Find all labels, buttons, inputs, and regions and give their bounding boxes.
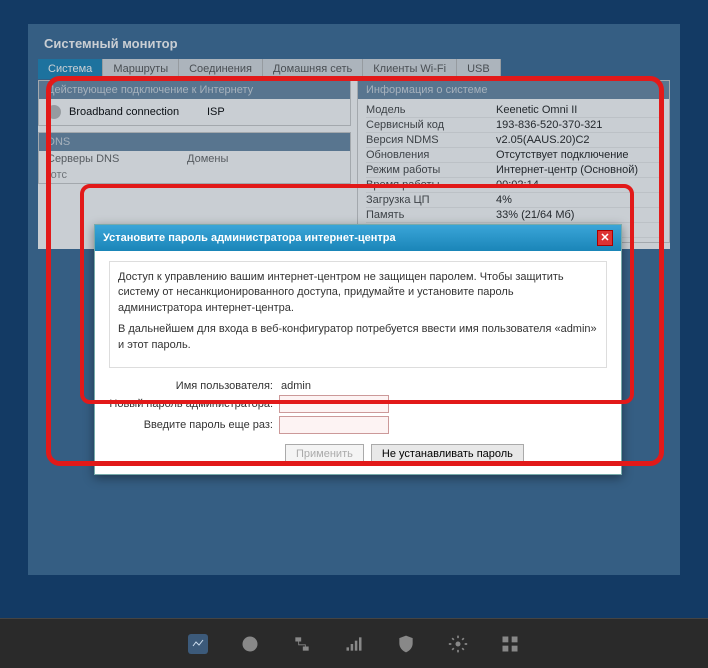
bottom-nav	[0, 618, 708, 668]
admin-password-dialog: Установите пароль администратора интерне…	[94, 224, 622, 475]
new-password-input[interactable]	[279, 395, 389, 413]
close-icon[interactable]: ✕	[597, 230, 613, 246]
new-password-label: Новый пароль администратора:	[109, 398, 279, 410]
dialog-message-1: Доступ к управлению вашим интернет-центр…	[118, 270, 598, 316]
apps-icon[interactable]	[500, 634, 520, 654]
globe-icon[interactable]	[240, 634, 260, 654]
confirm-password-input[interactable]	[279, 416, 389, 434]
dialog-title: Установите пароль администратора интерне…	[103, 232, 396, 244]
network-icon[interactable]	[292, 634, 312, 654]
username-value: admin	[279, 380, 311, 392]
dialog-message-2: В дальнейшем для входа в веб-конфигурато…	[118, 322, 598, 353]
signal-icon[interactable]	[344, 634, 364, 654]
confirm-password-label: Введите пароль еще раз:	[109, 419, 279, 431]
monitor-icon[interactable]	[188, 634, 208, 654]
gear-icon[interactable]	[448, 634, 468, 654]
username-label: Имя пользователя:	[109, 380, 279, 392]
skip-password-button[interactable]: Не устанавливать пароль	[371, 444, 524, 464]
apply-button[interactable]: Применить	[285, 444, 364, 464]
shield-icon[interactable]	[396, 634, 416, 654]
